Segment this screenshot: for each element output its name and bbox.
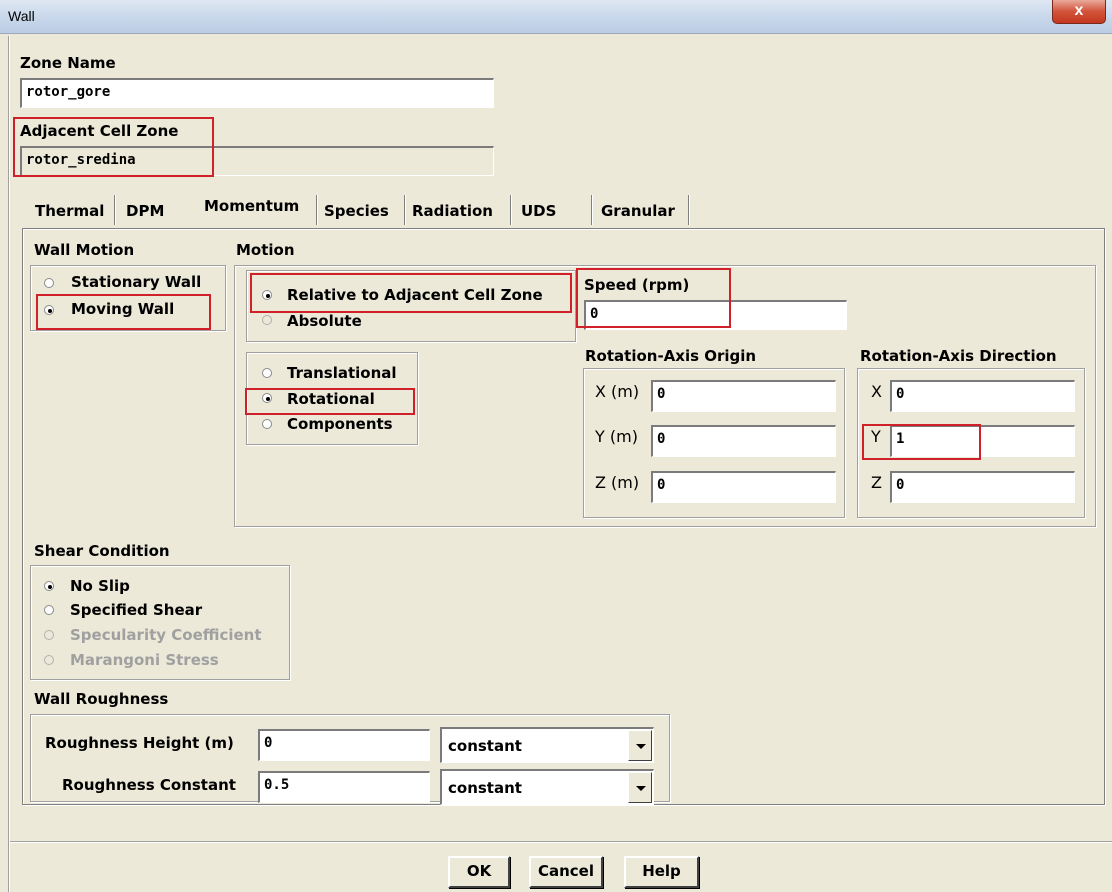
radio-marangoni-stress (44, 655, 54, 665)
wall-motion-label: Wall Motion (34, 241, 135, 259)
radio-no-slip[interactable] (44, 581, 54, 591)
roughness-constant-method-select[interactable]: constant (440, 769, 654, 805)
tab-separator (114, 195, 116, 225)
roughness-height-method-select[interactable]: constant (440, 727, 654, 763)
origin-z-input[interactable]: 0 (651, 471, 836, 503)
roughness-constant-label: Roughness Constant (62, 776, 236, 794)
annotation-box-relative (250, 273, 572, 313)
roughness-height-label: Roughness Height (m) (45, 734, 234, 752)
radio-specified-shear[interactable] (44, 605, 54, 615)
annotation-box-adjacent-zone (13, 117, 214, 177)
ok-button[interactable]: OK (448, 856, 510, 888)
components-label: Components (287, 415, 393, 433)
roughness-height-method-value: constant (448, 737, 522, 755)
direction-x-label: X (871, 382, 882, 401)
button-separator (10, 841, 1112, 843)
tab-granular[interactable]: Granular (601, 197, 675, 227)
cancel-button[interactable]: Cancel (529, 856, 603, 888)
direction-x-input[interactable]: 0 (890, 380, 1075, 412)
rotation-axis-direction-label: Rotation-Axis Direction (860, 347, 1057, 365)
tab-separator (316, 195, 318, 225)
marangoni-stress-label: Marangoni Stress (70, 651, 219, 669)
zone-name-input[interactable]: rotor_gore (20, 78, 494, 108)
roughness-height-input[interactable]: 0 (258, 729, 430, 761)
radio-components[interactable] (262, 419, 272, 429)
specified-shear-label: Specified Shear (70, 601, 203, 619)
no-slip-label: No Slip (70, 577, 130, 595)
annotation-box-rotational (245, 388, 415, 415)
absolute-label: Absolute (287, 312, 362, 330)
origin-x-input[interactable]: 0 (651, 380, 836, 412)
tab-momentum[interactable]: Momentum (204, 192, 299, 222)
frame-left (8, 36, 10, 892)
zone-name-label: Zone Name (20, 54, 116, 72)
roughness-constant-method-value: constant (448, 779, 522, 797)
specularity-coefficient-label: Specularity Coefficient (70, 626, 262, 644)
origin-y-input[interactable]: 0 (651, 425, 836, 457)
motion-label: Motion (236, 241, 295, 259)
translational-label: Translational (287, 364, 397, 382)
chevron-down-icon[interactable] (628, 730, 652, 761)
title-bar: Wall x (0, 0, 1112, 34)
origin-x-label: X (m) (595, 382, 640, 401)
annotation-box-moving-wall (36, 294, 211, 330)
tab-separator (688, 195, 690, 225)
origin-y-label: Y (m) (595, 427, 638, 446)
radio-stationary-wall[interactable] (44, 278, 54, 288)
annotation-box-direction-y (862, 424, 981, 460)
radio-translational[interactable] (262, 368, 272, 378)
wall-roughness-label: Wall Roughness (34, 690, 169, 708)
tab-uds[interactable]: UDS (521, 197, 556, 227)
stationary-wall-label: Stationary Wall (71, 273, 202, 291)
direction-z-label: Z (871, 473, 882, 492)
radio-absolute[interactable] (262, 315, 272, 325)
origin-z-label: Z (m) (595, 473, 640, 492)
shear-condition-label: Shear Condition (34, 542, 170, 560)
rotation-axis-origin-label: Rotation-Axis Origin (585, 347, 757, 365)
chevron-down-icon[interactable] (628, 772, 652, 803)
window-title: Wall (8, 8, 35, 24)
tab-separator (404, 195, 406, 225)
close-icon: x (1074, 2, 1084, 19)
direction-z-input[interactable]: 0 (890, 471, 1075, 503)
tab-dpm[interactable]: DPM (126, 197, 164, 227)
tab-separator (510, 195, 512, 225)
tab-species[interactable]: Species (324, 197, 389, 227)
roughness-constant-input[interactable]: 0.5 (258, 771, 430, 803)
tab-separator (591, 195, 593, 225)
annotation-box-speed (576, 268, 731, 328)
close-button[interactable]: x (1052, 0, 1106, 24)
help-button[interactable]: Help (624, 856, 699, 888)
tab-thermal[interactable]: Thermal (35, 197, 104, 227)
radio-specularity-coefficient (44, 630, 54, 640)
tab-radiation[interactable]: Radiation (412, 197, 493, 227)
